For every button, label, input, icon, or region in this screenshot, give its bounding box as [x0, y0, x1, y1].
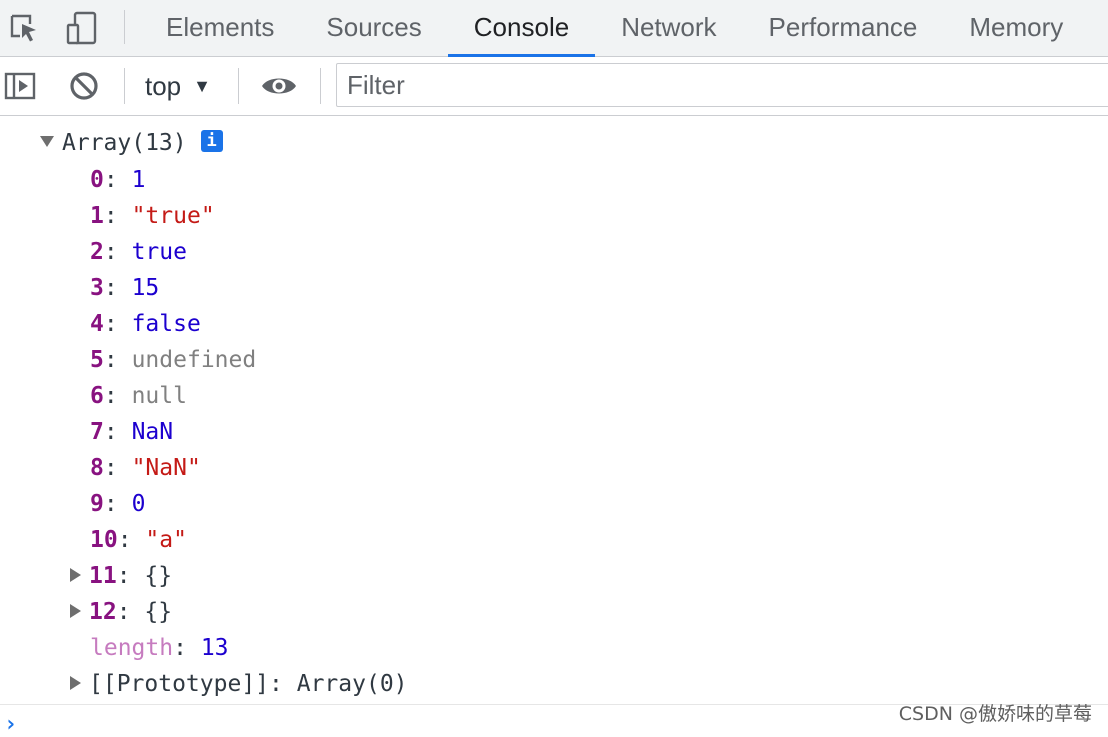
list-item: 8: "NaN" — [90, 455, 201, 481]
toolbar-separator — [320, 68, 321, 104]
expand-triangle-icon[interactable] — [70, 567, 81, 582]
expand-triangle-icon[interactable] — [40, 136, 54, 147]
tab-memory[interactable]: Memory — [943, 0, 1089, 56]
clear-console-icon[interactable] — [66, 57, 102, 115]
list-item: 4: false — [90, 311, 201, 337]
context-selector[interactable]: top ▼ — [145, 57, 211, 115]
list-item: 1: "true" — [90, 203, 215, 229]
tab-performance[interactable]: Performance — [743, 0, 944, 56]
tab-console[interactable]: Console — [447, 0, 596, 57]
inspect-element-icon[interactable] — [2, 0, 46, 56]
show-sidebar-icon[interactable] — [2, 57, 38, 115]
list-item: 2: true — [90, 239, 187, 265]
context-selector-value: top — [145, 70, 182, 101]
expandable-list-item[interactable]: 11: {} — [70, 558, 172, 594]
list-item: 6: null — [90, 383, 187, 409]
toolbar-separator — [238, 68, 239, 104]
list-item: 3: 15 — [90, 275, 160, 301]
live-expression-icon[interactable] — [260, 57, 298, 115]
console-output: Array(13) i 0: 1 1: "true" 2: true 3: 15 … — [0, 116, 1108, 704]
filter-box — [336, 63, 1108, 107]
expand-triangle-icon[interactable] — [70, 603, 81, 618]
list-item: 5: undefined — [90, 347, 257, 373]
device-toolbar-icon[interactable] — [60, 0, 104, 56]
chevron-down-icon: ▼ — [193, 75, 211, 96]
watermark: CSDN @傲娇味的草莓 — [898, 703, 1092, 725]
length-property: length: 13 — [90, 635, 229, 661]
expandable-list-item[interactable]: 12: {} — [70, 594, 172, 630]
info-icon[interactable]: i — [200, 129, 223, 152]
toolbar-separator — [124, 68, 125, 104]
tab-sources[interactable]: Sources — [300, 0, 447, 56]
array-header[interactable]: Array(13) i — [40, 125, 223, 161]
list-item: 7: NaN — [90, 419, 174, 445]
list-item: 9: 0 — [90, 491, 146, 517]
prototype-property[interactable]: [[Prototype]]: Array(0) — [70, 666, 408, 702]
list-item: 0: 1 — [90, 167, 146, 193]
console-toolbar: top ▼ — [0, 57, 1108, 116]
devtools-tabbar: Elements Sources Console Network Perform… — [0, 0, 1108, 57]
filter-input[interactable] — [337, 64, 1097, 106]
prompt-caret-icon[interactable]: › — [4, 714, 17, 736]
tabbar-separator — [124, 10, 125, 44]
expand-triangle-icon[interactable] — [70, 675, 81, 690]
tab-elements[interactable]: Elements — [140, 0, 300, 56]
list-item: 10: "a" — [90, 527, 187, 553]
tab-network[interactable]: Network — [595, 0, 742, 56]
panel-tabs: Elements Sources Console Network Perform… — [140, 0, 1089, 57]
array-summary: Array(13) — [62, 130, 187, 156]
